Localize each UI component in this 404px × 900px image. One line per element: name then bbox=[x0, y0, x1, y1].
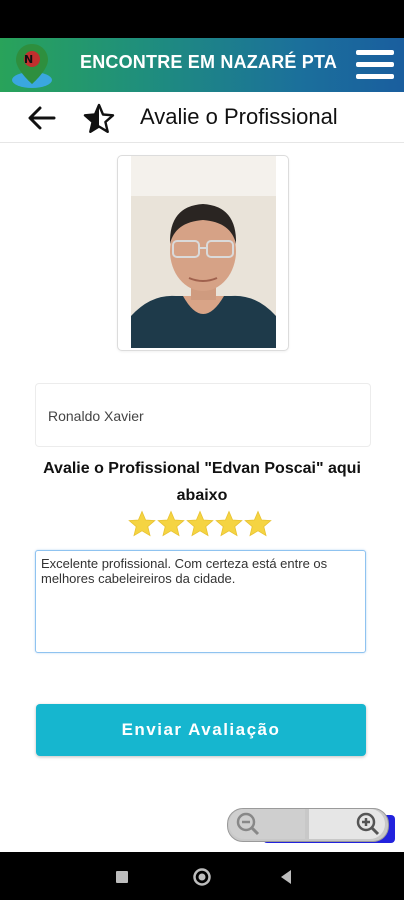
review-text: Excelente profissional. Com certeza está… bbox=[41, 556, 328, 586]
zoom-in-button[interactable] bbox=[309, 809, 385, 839]
zoom-in-icon bbox=[356, 812, 380, 836]
zoom-control bbox=[227, 808, 395, 844]
app-logo: N bbox=[12, 44, 52, 88]
zoom-out-icon bbox=[236, 812, 260, 836]
system-nav-bar bbox=[0, 852, 404, 900]
page-toolbar: Avalie o Profissional bbox=[0, 92, 404, 143]
profile-photo-frame bbox=[117, 155, 289, 351]
rating-prompt: Avalie o Profissional "Edvan Poscai" aqu… bbox=[43, 460, 361, 504]
rating-star-icon[interactable] bbox=[128, 510, 156, 538]
rating-star-icon[interactable] bbox=[215, 510, 243, 538]
home-icon[interactable] bbox=[190, 866, 214, 888]
rating-star-icon[interactable] bbox=[244, 510, 272, 538]
zoom-out-button[interactable] bbox=[229, 809, 305, 839]
profile-photo bbox=[131, 156, 276, 348]
back-arrow-icon[interactable] bbox=[26, 103, 58, 133]
recents-icon[interactable] bbox=[110, 866, 134, 888]
page-title: Avalie o Profissional bbox=[140, 104, 338, 129]
submit-review-button[interactable]: Enviar Avaliação bbox=[36, 704, 366, 756]
reviewer-name-field[interactable]: Ronaldo Xavier bbox=[35, 383, 371, 447]
submit-review-label: Enviar Avaliação bbox=[121, 720, 281, 739]
svg-text:N: N bbox=[24, 53, 33, 66]
menu-button[interactable] bbox=[354, 44, 396, 84]
review-textarea[interactable]: Excelente profissional. Com certeza está… bbox=[35, 550, 366, 653]
reviewer-name-value: Ronaldo Xavier bbox=[48, 408, 144, 424]
app-title: ENCONTRE EM NAZARÉ PTA bbox=[80, 52, 338, 72]
star-rating[interactable] bbox=[128, 510, 278, 540]
rating-star-icon[interactable] bbox=[157, 510, 185, 538]
star-half-icon[interactable] bbox=[82, 102, 116, 134]
rating-star-icon[interactable] bbox=[186, 510, 214, 538]
hamburger-icon bbox=[356, 50, 394, 55]
app-header: N ENCONTRE EM NAZARÉ PTA bbox=[0, 38, 404, 92]
back-nav-icon[interactable] bbox=[274, 866, 298, 888]
status-bar bbox=[0, 0, 404, 38]
